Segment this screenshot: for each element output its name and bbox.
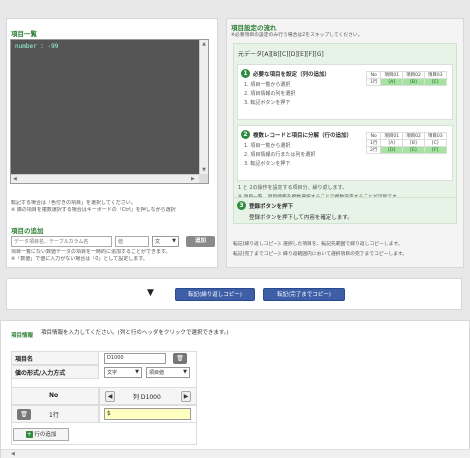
item-info-description: 項目情報を入力してください。(列と行のヘッダをクリックで選択できます。) (41, 330, 229, 336)
item-name-input[interactable]: D1000 (104, 353, 166, 364)
item-list-title: 項目一覧 (11, 30, 37, 38)
value-input[interactable]: $ (104, 408, 191, 420)
value-format-select[interactable]: 文字 ▼ (104, 367, 142, 378)
table-cell: 項目03 (423, 71, 447, 79)
table-cell: [D] (380, 146, 404, 154)
scroll-down-icon[interactable]: ▼ (202, 167, 206, 173)
table-cell: 1行 (365, 139, 382, 147)
table-cell: [A] (380, 78, 404, 86)
vertical-scrollbar[interactable] (199, 40, 208, 176)
add-icon: + (25, 431, 33, 438)
guide-step-2: 2 複数レコードと項目に分解（行の追加） 1. 項目一覧から選択 2. 項目情報… (237, 125, 453, 181)
step-3-body: 登録ボタンを押下して内容を確定します。 (249, 215, 353, 221)
no-header: No (49, 392, 59, 399)
table-cell: No (365, 71, 382, 79)
guide-title: 項目設定の流れ (231, 24, 277, 32)
guide-repeat-note: 1 と 2の操作を設定する項目分、繰り返します。 (238, 185, 348, 191)
add-item-title: 項目の追加 (11, 227, 44, 235)
item-info-panel: 項目情報 項目情報を入力してください。(列と行のヘッダをクリックで選択できます。… (0, 320, 470, 458)
table-cell: [C] (423, 78, 447, 86)
chevron-down-icon: ▼ (172, 238, 176, 244)
step-1-line-2: 2. 項目情報の列を選択 (244, 91, 296, 97)
table-cell: 項目01 (380, 71, 404, 79)
horizontal-scrollbar[interactable]: ◀ (1, 449, 470, 458)
table-cell: [E] (402, 146, 425, 154)
down-arrow-icon: ▼ (147, 288, 154, 298)
step-2-line-2: 2. 項目情報の行または列を選択 (244, 152, 316, 158)
delete-column-icon[interactable]: 🗑 (173, 353, 187, 364)
add-item-note-2: ※「数値」で値に入力がない場合は「0」として設定します。 (11, 256, 148, 262)
table-cell: 項目01 (380, 132, 404, 140)
guide-step-1: 1 必要な項目を設定（列の追加） 1. 項目一覧から選択 2. 項目情報の列を選… (237, 64, 453, 120)
input-method-select[interactable]: 項目値 ▼ (146, 367, 190, 378)
input-method-value: 項目値 (149, 370, 165, 376)
horizontal-scrollbar[interactable] (11, 174, 201, 183)
table-cell: [C] (423, 139, 447, 147)
step-2-line-1: 1. 項目一覧から選択 (244, 143, 291, 149)
transfer-repeat-button[interactable]: 転記(繰り返しコピー) (175, 288, 255, 301)
scroll-left-icon[interactable]: ◀ (13, 176, 17, 182)
scroll-right-icon[interactable]: ▶ (191, 176, 195, 182)
item-list-note-2: ※ 隣の項目を複数選択する場合はキーボードの「Ctrl」を押しながら選択 (11, 207, 176, 213)
step-2-line-3: 3. 転記ボタンを押下 (244, 161, 291, 167)
guide-note: ※必要項目の設定のみ行う場合は2をスキップしてください。 (231, 33, 363, 38)
table-cell: No (365, 132, 382, 140)
item-list-note-1: 転記する場合は「色付きの項目」を選択してください。 (11, 200, 136, 206)
value-format-value: 文字 (107, 370, 118, 376)
step-1-line-3: 3. 転記ボタンを押下 (244, 100, 291, 106)
table-cell: [A] (380, 139, 404, 147)
item-type-select[interactable]: 文 ▼ (152, 236, 179, 247)
column-header: 列 D1000 (133, 394, 161, 401)
delete-row-icon[interactable]: 🗑 (17, 409, 31, 420)
add-item-note-1: 項目一覧にない数値データの項目を一時的に追加することができます。 (11, 249, 171, 255)
guide-footer-1: 転記(繰り返しコピー): 選択した項目を、転記先範囲で繰り返しコピーします。 (233, 242, 403, 247)
guide-step-3: 3 登録ボタンを押下 登録ボタンを押下して内容を確定します。 (233, 197, 457, 224)
guide-panel: 項目設定の流れ ※必要項目の設定のみ行う場合は2をスキップしてください。 元デー… (226, 18, 464, 268)
table-cell: 項目02 (402, 132, 425, 140)
item-name-label: 項目名 (15, 356, 34, 363)
guide-footer-2: 転記(完了までコピー): 繰り返範囲内において選択項目の完了までコピーします。 (233, 252, 408, 257)
chevron-down-icon: ▼ (135, 369, 139, 375)
step-1-line-1: 1. 項目一覧から選択 (244, 82, 291, 88)
table-cell: [B] (402, 78, 425, 86)
row-header: 1行 (49, 412, 59, 419)
step-2-badge: 2 (241, 130, 250, 139)
transfer-action-bar: ▼ 転記(繰り返しコピー) 転記(完了までコピー) (6, 278, 462, 310)
item-type-value: 文 (155, 239, 161, 245)
column-right-icon[interactable]: ▶ (181, 391, 191, 402)
item-listbox[interactable]: number : -99 ▲ ▼ ◀ ▶ (10, 39, 209, 184)
step-2-table: No 項目01 項目02 項目03 1行 [A] [B] [C] 2行 [D] … (365, 132, 447, 154)
guide-example-text: 元データ[A][B][C][D][E][F][G] (238, 51, 324, 58)
step-3-badge: 3 (237, 201, 246, 210)
table-cell: 項目03 (423, 132, 447, 140)
scroll-left-icon[interactable]: ◀ (11, 451, 15, 457)
add-item-button[interactable]: 追加 (186, 236, 215, 247)
scroll-up-icon[interactable]: ▲ (202, 41, 206, 47)
format-label: 値の形式/入力方式 (15, 370, 66, 377)
scroll-corner (199, 174, 208, 183)
item-value-input[interactable] (115, 236, 149, 247)
step-1-badge: 1 (241, 69, 250, 78)
step-2-title: 複数レコードと項目に分解（行の追加） (253, 133, 353, 139)
transfer-complete-button[interactable]: 転記(完了までコピー) (263, 288, 345, 301)
list-item[interactable]: number : -99 (11, 40, 208, 53)
item-name-input[interactable] (11, 236, 112, 247)
table-cell: [F] (423, 146, 447, 154)
step-1-table: No 項目01 項目02 項目03 1行 [A] [B] [C] (365, 71, 447, 86)
column-left-icon[interactable]: ◀ (105, 391, 115, 402)
step-3-title: 登録ボタンを押下 (249, 204, 294, 210)
chevron-down-icon: ▼ (183, 369, 187, 375)
table-cell: 2行 (365, 146, 382, 154)
guide-example-box: 元データ[A][B][C][D][E][F][G] 1 必要な項目を設定（列の追… (233, 43, 457, 203)
table-cell: 項目02 (402, 71, 425, 79)
add-row-label: 行の追加 (34, 432, 57, 438)
table-cell: [B] (402, 139, 425, 147)
table-cell: 1行 (365, 78, 382, 86)
step-1-title: 必要な項目を設定（列の追加） (253, 72, 331, 78)
item-info-title: 項目情報 (11, 333, 34, 339)
add-row-button[interactable]: + 行の追加 (13, 428, 69, 441)
